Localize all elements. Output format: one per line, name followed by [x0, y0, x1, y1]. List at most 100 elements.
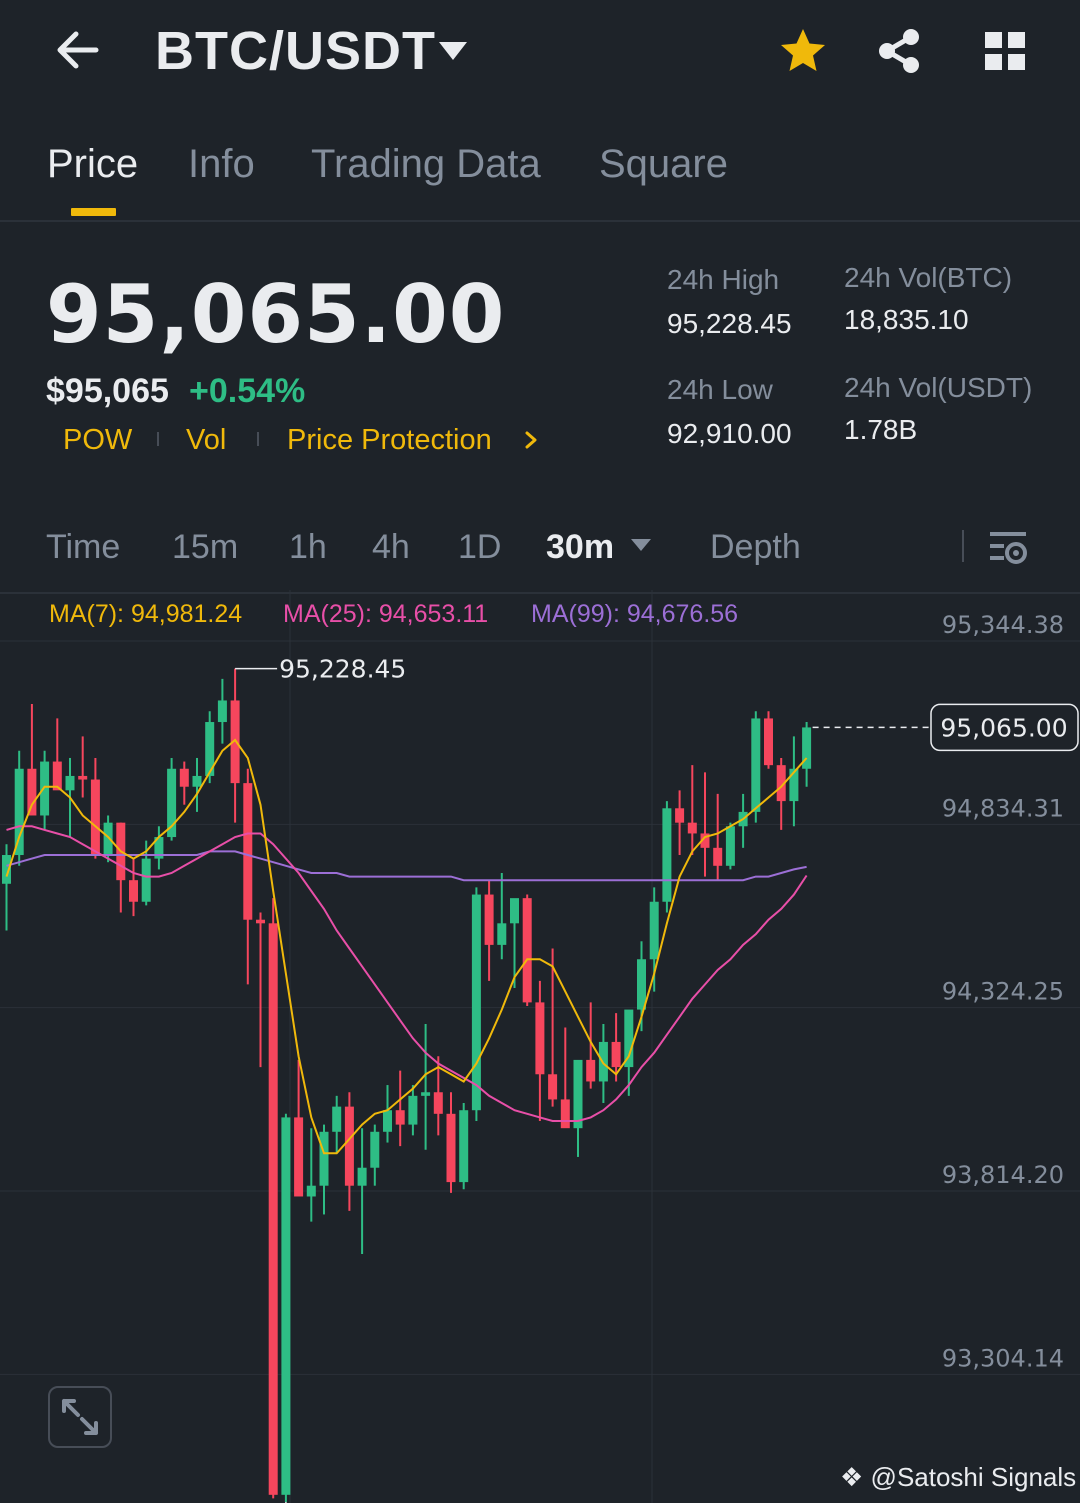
interval-1d[interactable]: 1D	[458, 528, 501, 567]
stat-high-value: 95,228.45	[667, 308, 792, 339]
tag-price-protection[interactable]: Price Protection	[287, 424, 492, 457]
candle-body	[78, 775, 88, 780]
interval-15m[interactable]: 15m	[172, 528, 238, 567]
watermark: ❖ @Satoshi Signals	[840, 1462, 1076, 1493]
candle-body	[27, 768, 37, 816]
share-icon[interactable]	[875, 26, 923, 76]
interval-divider	[962, 530, 964, 562]
ma-legend: MA(7): 94,981.24 MA(25): 94,653.11 MA(99…	[0, 598, 930, 638]
stat-vol-usdt-value: 1.78B	[844, 414, 918, 445]
candle-body	[573, 1059, 583, 1129]
interval-30m[interactable]: 30m	[546, 528, 614, 567]
candle-body	[40, 761, 50, 816]
candle-body	[294, 1117, 304, 1197]
watermark-text: @Satoshi Signals	[870, 1462, 1077, 1492]
tab-square[interactable]: Square	[599, 142, 728, 187]
candle-body	[624, 1009, 634, 1068]
candle-body	[217, 700, 227, 723]
pair-title[interactable]: BTC/USDT	[155, 20, 436, 82]
chevron-right-icon[interactable]	[522, 430, 540, 450]
tag-divider	[157, 432, 159, 446]
diamond-icon: ❖	[840, 1462, 864, 1492]
candle-body	[548, 1074, 558, 1100]
y-tick-label: 93,814.20	[942, 1161, 1064, 1189]
tab-trading-data[interactable]: Trading Data	[311, 142, 541, 187]
candle-body	[90, 779, 100, 856]
candle-body	[129, 880, 138, 902]
candle-body	[141, 858, 151, 902]
tab-info[interactable]: Info	[188, 142, 255, 187]
candle-body	[751, 718, 761, 812]
candle-body	[395, 1110, 405, 1125]
candle-body	[281, 1117, 291, 1495]
candle-body	[662, 808, 672, 902]
interval-time[interactable]: Time	[46, 528, 120, 567]
star-icon[interactable]	[778, 26, 828, 76]
candle-body	[421, 1092, 431, 1096]
ma7-line	[5, 738, 808, 1155]
ma7-label: MA(7): 94,981.24	[49, 600, 243, 628]
usd-price: $95,065	[46, 372, 169, 410]
top-bar: BTC/USDT	[0, 0, 1080, 110]
candle-body	[14, 768, 24, 856]
candle-body	[179, 768, 189, 787]
candle-body	[471, 894, 481, 1111]
tag-vol[interactable]: Vol	[186, 424, 226, 457]
chart-settings-icon[interactable]	[988, 528, 1030, 568]
expand-icon	[62, 1399, 98, 1435]
interval-4h[interactable]: 4h	[372, 528, 410, 567]
candle-body	[713, 847, 723, 866]
candle-body	[319, 1131, 329, 1186]
interval-bar: Time 15m 1h 4h 1D 30m Depth	[0, 518, 1080, 594]
candle-body	[560, 1099, 570, 1129]
candle-body	[446, 1113, 456, 1183]
candle-body	[332, 1106, 342, 1132]
caret-down-icon[interactable]	[630, 538, 652, 552]
caret-down-icon[interactable]	[436, 38, 470, 64]
y-tick-label: 95,344.38	[942, 611, 1064, 639]
interval-depth[interactable]: Depth	[710, 528, 801, 567]
tab-price[interactable]: Price	[47, 142, 138, 187]
candle-body	[268, 923, 278, 1495]
candle-body	[611, 1041, 621, 1068]
candle-body	[649, 901, 659, 960]
ma99-label: MA(99): 94,676.56	[531, 600, 739, 628]
candle-body	[306, 1185, 316, 1197]
candle-body	[65, 775, 75, 791]
interval-1h[interactable]: 1h	[289, 528, 327, 567]
active-tab-indicator	[71, 208, 116, 216]
candle-body	[459, 1110, 469, 1183]
candle-body	[344, 1106, 354, 1186]
y-tick-label: 94,324.25	[942, 978, 1064, 1006]
candle-body	[484, 894, 494, 945]
grid-icon[interactable]	[983, 30, 1027, 72]
tag-divider	[257, 432, 259, 446]
candle-body	[383, 1110, 392, 1132]
candle-body	[687, 822, 697, 834]
high-marker-label: 95,228.45	[279, 655, 406, 684]
stat-vol-usdt-label: 24h Vol(USDT)	[844, 372, 1033, 403]
candle-body	[357, 1167, 367, 1186]
y-tick-label: 93,304.14	[942, 1344, 1064, 1372]
candle-body	[764, 718, 773, 766]
ma25-label: MA(25): 94,653.11	[283, 600, 489, 628]
arrow-left-icon[interactable]	[50, 22, 106, 78]
fullscreen-button[interactable]	[48, 1386, 112, 1448]
candle-body	[535, 1002, 545, 1075]
ma25-line	[6, 825, 808, 1122]
stat-high-label: 24h High	[667, 264, 780, 295]
candlestick-chart[interactable]: 95,228.4592,910.0095,344.3894,834.3194,3…	[0, 590, 1080, 1503]
tag-pow[interactable]: POW	[63, 424, 132, 457]
stat-low-label: 24h Low	[667, 374, 773, 405]
stat-vol-btc-value: 18,835.10	[844, 304, 969, 335]
candle-body	[675, 808, 685, 823]
last-price: 95,065.00	[46, 268, 506, 361]
candle-body	[586, 1059, 596, 1082]
candle-body	[408, 1095, 418, 1125]
candle-body	[370, 1131, 380, 1168]
stat-low-value: 92,910.00	[667, 418, 792, 449]
candle-body	[256, 919, 265, 924]
candle-body	[497, 923, 507, 945]
last-price-label: 95,065.00	[940, 713, 1067, 742]
stat-vol-btc-label: 24h Vol(BTC)	[844, 262, 1013, 293]
